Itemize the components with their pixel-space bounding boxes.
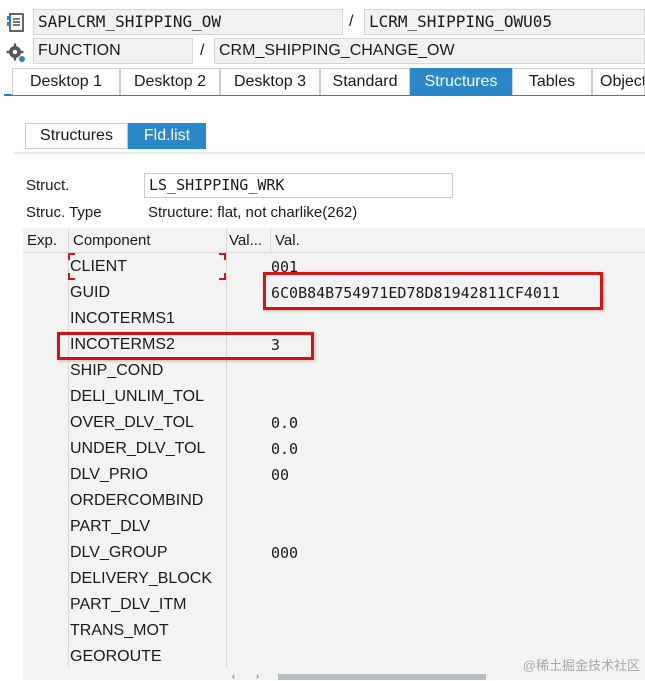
component-cell[interactable]: DLV_PRIO <box>70 462 148 488</box>
component-cell[interactable]: PART_DLV_ITM <box>70 592 186 618</box>
table-row[interactable]: DLV_PRIO 00 <box>23 462 645 488</box>
value-cell[interactable]: 0.0 <box>271 410 298 436</box>
tab-desktop-3[interactable]: Desktop 3 <box>220 68 320 95</box>
component-cell[interactable]: SHIP_COND <box>70 358 163 384</box>
event-type-field[interactable]: FUNCTION <box>33 38 193 64</box>
component-cell[interactable]: INCOTERMS1 <box>70 306 175 332</box>
selection-corner <box>68 273 75 280</box>
header-separator: / <box>349 13 354 30</box>
header-value[interactable]: Val. <box>275 228 300 253</box>
column-separator <box>270 228 271 253</box>
header-component[interactable]: Component <box>73 228 151 253</box>
subtab-field-list[interactable]: Fld.list <box>128 123 206 149</box>
component-cell[interactable]: DLV_GROUP <box>70 540 168 566</box>
scroll-thumb[interactable] <box>278 674 486 680</box>
component-cell[interactable]: DELIVERY_BLOCK <box>70 566 212 592</box>
selection-corner <box>219 253 226 260</box>
grid-header: Exp. Component Val... Val. <box>23 228 645 253</box>
component-cell[interactable]: UNDER_DLV_TOL <box>70 436 205 462</box>
table-row[interactable]: OVER_DLV_TOL 0.0 <box>23 410 645 436</box>
program-name-field[interactable]: SAPLCRM_SHIPPING_OW <box>33 9 343 35</box>
selection-corner <box>68 253 75 260</box>
component-cell[interactable]: GUID <box>70 280 110 306</box>
table-row[interactable]: TRANS_MOT <box>23 618 645 644</box>
table-row[interactable]: PART_DLV_ITM <box>23 592 645 618</box>
tab-standard[interactable]: Standard <box>320 68 410 95</box>
component-cell[interactable]: GEOROUTE <box>70 644 162 670</box>
event-name-field[interactable]: CRM_SHIPPING_CHANGE_OW <box>214 38 645 64</box>
struct-label: Struct. <box>26 177 70 194</box>
sub-tab-bar: Structures Fld.list <box>14 123 645 154</box>
component-cell[interactable]: TRANS_MOT <box>70 618 169 644</box>
tab-desktop-1[interactable]: Desktop 1 <box>12 68 120 95</box>
component-cell[interactable]: ORDERCOMBIND <box>70 488 203 514</box>
header-event-row: FUNCTION / CRM_SHIPPING_CHANGE_OW <box>0 38 645 64</box>
table-row[interactable]: PART_DLV <box>23 514 645 540</box>
struct-type-value: Structure: flat, not charlike(262) <box>148 204 358 221</box>
table-row[interactable]: DLV_GROUP 000 <box>23 540 645 566</box>
table-row[interactable]: ORDERCOMBIND <box>23 488 645 514</box>
selection-corner <box>219 273 226 280</box>
scroll-right-icon[interactable]: › <box>256 672 259 681</box>
component-cell[interactable]: PART_DLV <box>70 514 150 540</box>
incoterms2-highlight-box <box>57 332 314 360</box>
table-row[interactable]: DELIVERY_BLOCK <box>23 566 645 592</box>
value-cell[interactable]: 00 <box>271 462 289 488</box>
header-exp[interactable]: Exp. <box>27 228 57 253</box>
header-value-short[interactable]: Val... <box>229 228 262 253</box>
table-row[interactable]: UNDER_DLV_TOL 0.0 <box>23 436 645 462</box>
program-icon <box>7 13 24 32</box>
tab-desktop-2[interactable]: Desktop 2 <box>120 68 220 95</box>
struct-name-input[interactable]: LS_SHIPPING_WRK <box>144 173 453 198</box>
struct-type-label: Struc. Type <box>26 204 102 221</box>
watermark: @稀土掘金技术社区 <box>522 658 640 673</box>
value-cell[interactable]: 000 <box>271 540 298 566</box>
tab-tables[interactable]: Tables <box>512 68 592 95</box>
include-name-field[interactable]: LCRM_SHIPPING_OWU05 <box>364 9 645 35</box>
tab-structures[interactable]: Structures <box>410 68 512 95</box>
guid-highlight-box <box>263 272 603 310</box>
table-row[interactable]: DELI_UNLIM_TOL <box>23 384 645 410</box>
table-row[interactable]: SHIP_COND <box>23 358 645 384</box>
component-cell[interactable]: CLIENT <box>70 254 127 280</box>
component-cell[interactable]: OVER_DLV_TOL <box>70 410 194 436</box>
component-cell[interactable]: DELI_UNLIM_TOL <box>70 384 204 410</box>
header-program-row: SAPLCRM_SHIPPING_OW / LCRM_SHIPPING_OWU0… <box>0 9 645 35</box>
tab-objects[interactable]: Objects <box>592 68 645 95</box>
scroll-left-icon[interactable]: ‹ <box>232 672 235 681</box>
value-cell[interactable]: 0.0 <box>271 436 298 462</box>
gear-icon <box>6 43 25 62</box>
main-tab-bar: Desktop 1 Desktop 2 Desktop 3 Standard S… <box>4 68 645 96</box>
header-separator-2: / <box>200 42 205 59</box>
subtab-structures[interactable]: Structures <box>25 123 128 149</box>
